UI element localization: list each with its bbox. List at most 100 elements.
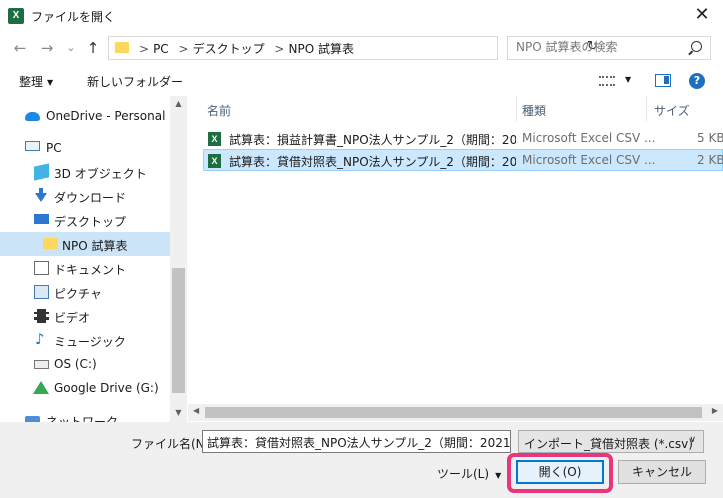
title-bar: X ファイルを開く ✕ <box>0 0 723 31</box>
videos-icon <box>34 309 49 323</box>
cloud-icon <box>25 112 40 121</box>
file-name: 試算表：貸借対照表_NPO法人サンプル_2（期間：20... <box>229 155 516 169</box>
sidebar-item-npo-folder[interactable]: NPO 試算表 <box>0 232 170 256</box>
view-options-icon[interactable] <box>599 76 615 86</box>
column-header-type[interactable]: 種類 <box>522 96 647 121</box>
folder-icon <box>43 238 58 249</box>
address-bar[interactable]: > PC > デスクトップ > NPO 試算表 ⌄ ↻ <box>108 36 598 60</box>
desktop-icon <box>34 214 49 224</box>
search-box[interactable] <box>507 36 711 60</box>
file-type-filter-label: インポート_貸借対照表 (*.csv) <box>524 437 693 451</box>
drive-icon <box>34 360 49 369</box>
sidebar-item-desktop[interactable]: デスクトップ <box>0 208 170 232</box>
breadcrumb: > PC > デスクトップ > NPO 試算表 <box>137 40 358 57</box>
sidebar-scroll-thumb[interactable] <box>172 268 185 393</box>
file-size: 2 KB <box>697 153 723 167</box>
scroll-left-icon[interactable]: ◀ <box>193 406 199 415</box>
scroll-down-icon[interactable]: ▼ <box>170 408 187 417</box>
sidebar-item-pictures[interactable]: ピクチャ <box>0 280 170 304</box>
organize-menu[interactable]: 整理 ▼ <box>19 73 53 90</box>
breadcrumb-pc[interactable]: PC <box>153 42 169 56</box>
open-button[interactable]: 開く(O) <box>516 460 604 484</box>
sidebar-item-label: 3D オブジェクト <box>54 167 147 181</box>
documents-icon <box>34 261 49 275</box>
scroll-right-icon[interactable]: ▶ <box>712 406 718 415</box>
forward-arrow-icon[interactable]: → <box>37 38 57 58</box>
sort-ascending-icon: ^ <box>372 96 380 103</box>
tools-menu[interactable]: ツール(L) ▼ <box>437 465 501 482</box>
address-row: ← → ⌄ ↑ > PC > デスクトップ > NPO 試算表 ⌄ ↻ <box>0 31 723 64</box>
sidebar-item-label: OS (C:) <box>54 357 97 371</box>
organize-label: 整理 <box>19 75 44 89</box>
sidebar-item-label: NPO 試算表 <box>62 239 128 253</box>
breadcrumb-separator: > <box>274 42 285 56</box>
breadcrumb-separator: > <box>178 42 189 56</box>
sidebar-item-music[interactable]: ♪ ミュージック <box>0 328 170 352</box>
3d-objects-icon <box>34 163 49 181</box>
excel-csv-icon: X <box>208 132 221 146</box>
sidebar-item-label: デスクトップ <box>54 215 127 229</box>
pc-icon <box>25 141 40 151</box>
chevron-down-icon: ▼ <box>47 78 54 87</box>
sidebar-item-3d-objects[interactable]: 3D オブジェクト <box>0 160 170 184</box>
back-arrow-icon[interactable]: ← <box>10 38 30 58</box>
close-button[interactable]: ✕ <box>687 2 717 28</box>
filename-field[interactable]: 試算表：貸借対照表_NPO法人サンプル_2（期間：2021 <box>202 430 511 453</box>
new-folder-button[interactable]: 新しいフォルダー <box>87 73 183 90</box>
music-icon: ♪ <box>35 330 45 348</box>
dialog-footer: ファイル名(N): 試算表：貸借対照表_NPO法人サンプル_2（期間：2021 … <box>0 422 723 498</box>
file-list: 名前 ^ 種類 サイズ X 試算表：損益計算書_NPO法人サンプル_2（期間：2… <box>188 96 723 406</box>
search-icon[interactable] <box>691 41 702 52</box>
help-icon[interactable]: ? <box>689 73 705 89</box>
file-list-horizontal-scrollbar[interactable]: ◀ ▶ <box>188 404 723 421</box>
file-size: 5 KB <box>697 131 723 145</box>
file-name: 試算表：損益計算書_NPO法人サンプル_2（期間：20... <box>229 133 516 147</box>
sidebar-item-network[interactable]: ネットワーク <box>0 408 170 422</box>
file-type: Microsoft Excel CSV ... <box>522 153 656 167</box>
excel-csv-icon: X <box>208 154 221 168</box>
navigation-pane: OneDrive - Personal PC 3D オブジェクト ダウンロード … <box>0 96 170 422</box>
sidebar-item-documents[interactable]: ドキュメント <box>0 256 170 280</box>
sidebar-item-label: OneDrive - Personal <box>46 109 166 123</box>
column-header-name[interactable]: 名前 ^ <box>207 96 517 121</box>
sidebar-item-label: ミュージック <box>54 335 126 349</box>
chevron-down-icon: ∨ <box>689 435 696 445</box>
search-input[interactable] <box>516 40 684 54</box>
sidebar-item-pc[interactable]: PC <box>0 136 170 160</box>
horizontal-scroll-thumb[interactable] <box>205 407 702 418</box>
toolbar: 整理 ▼ 新しいフォルダー ▼ ? <box>0 64 723 96</box>
chevron-down-icon: ▼ <box>495 471 502 480</box>
google-drive-icon <box>33 381 49 394</box>
sidebar-item-label: ピクチャ <box>54 287 102 301</box>
breadcrumb-npo-folder[interactable]: NPO 試算表 <box>288 42 353 56</box>
download-icon <box>35 188 47 202</box>
column-header-size[interactable]: サイズ <box>654 96 723 121</box>
file-type-filter[interactable]: インポート_貸借対照表 (*.csv) ∨ <box>518 430 704 453</box>
scroll-up-icon[interactable]: ▲ <box>170 99 187 108</box>
sidebar-item-onedrive[interactable]: OneDrive - Personal <box>0 104 170 128</box>
sidebar-item-label: ビデオ <box>54 311 91 325</box>
breadcrumb-desktop[interactable]: デスクトップ <box>193 42 265 56</box>
sidebar-item-os-drive[interactable]: OS (C:) <box>0 352 170 376</box>
recent-locations-icon[interactable]: ⌄ <box>61 38 81 58</box>
sidebar-item-label: Google Drive (G:) <box>54 381 159 395</box>
folder-icon <box>115 42 129 53</box>
column-header-label: 名前 <box>207 104 232 118</box>
sidebar-scrollbar[interactable]: ▲ ▼ <box>170 96 187 422</box>
sidebar-item-label: ネットワーク <box>46 415 119 422</box>
breadcrumb-separator: > <box>139 42 150 56</box>
file-row-selected[interactable]: X 試算表：貸借対照表_NPO法人サンプル_2（期間：20... Microso… <box>203 149 723 171</box>
sidebar-item-downloads[interactable]: ダウンロード <box>0 184 170 208</box>
chevron-down-icon[interactable]: ▼ <box>625 75 631 84</box>
pictures-icon <box>34 285 49 299</box>
preview-pane-icon[interactable] <box>655 74 671 87</box>
cancel-button[interactable]: キャンセル <box>618 460 706 484</box>
tools-label: ツール(L) <box>437 467 490 481</box>
file-row[interactable]: X 試算表：損益計算書_NPO法人サンプル_2（期間：20... Microso… <box>203 127 723 149</box>
up-arrow-icon[interactable]: ↑ <box>83 38 103 58</box>
file-type: Microsoft Excel CSV ... <box>522 131 656 145</box>
sidebar-item-label: ダウンロード <box>54 191 127 205</box>
sidebar-item-google-drive[interactable]: Google Drive (G:) <box>0 376 170 400</box>
dialog-title: ファイルを開く <box>31 10 116 24</box>
sidebar-item-videos[interactable]: ビデオ <box>0 304 170 328</box>
